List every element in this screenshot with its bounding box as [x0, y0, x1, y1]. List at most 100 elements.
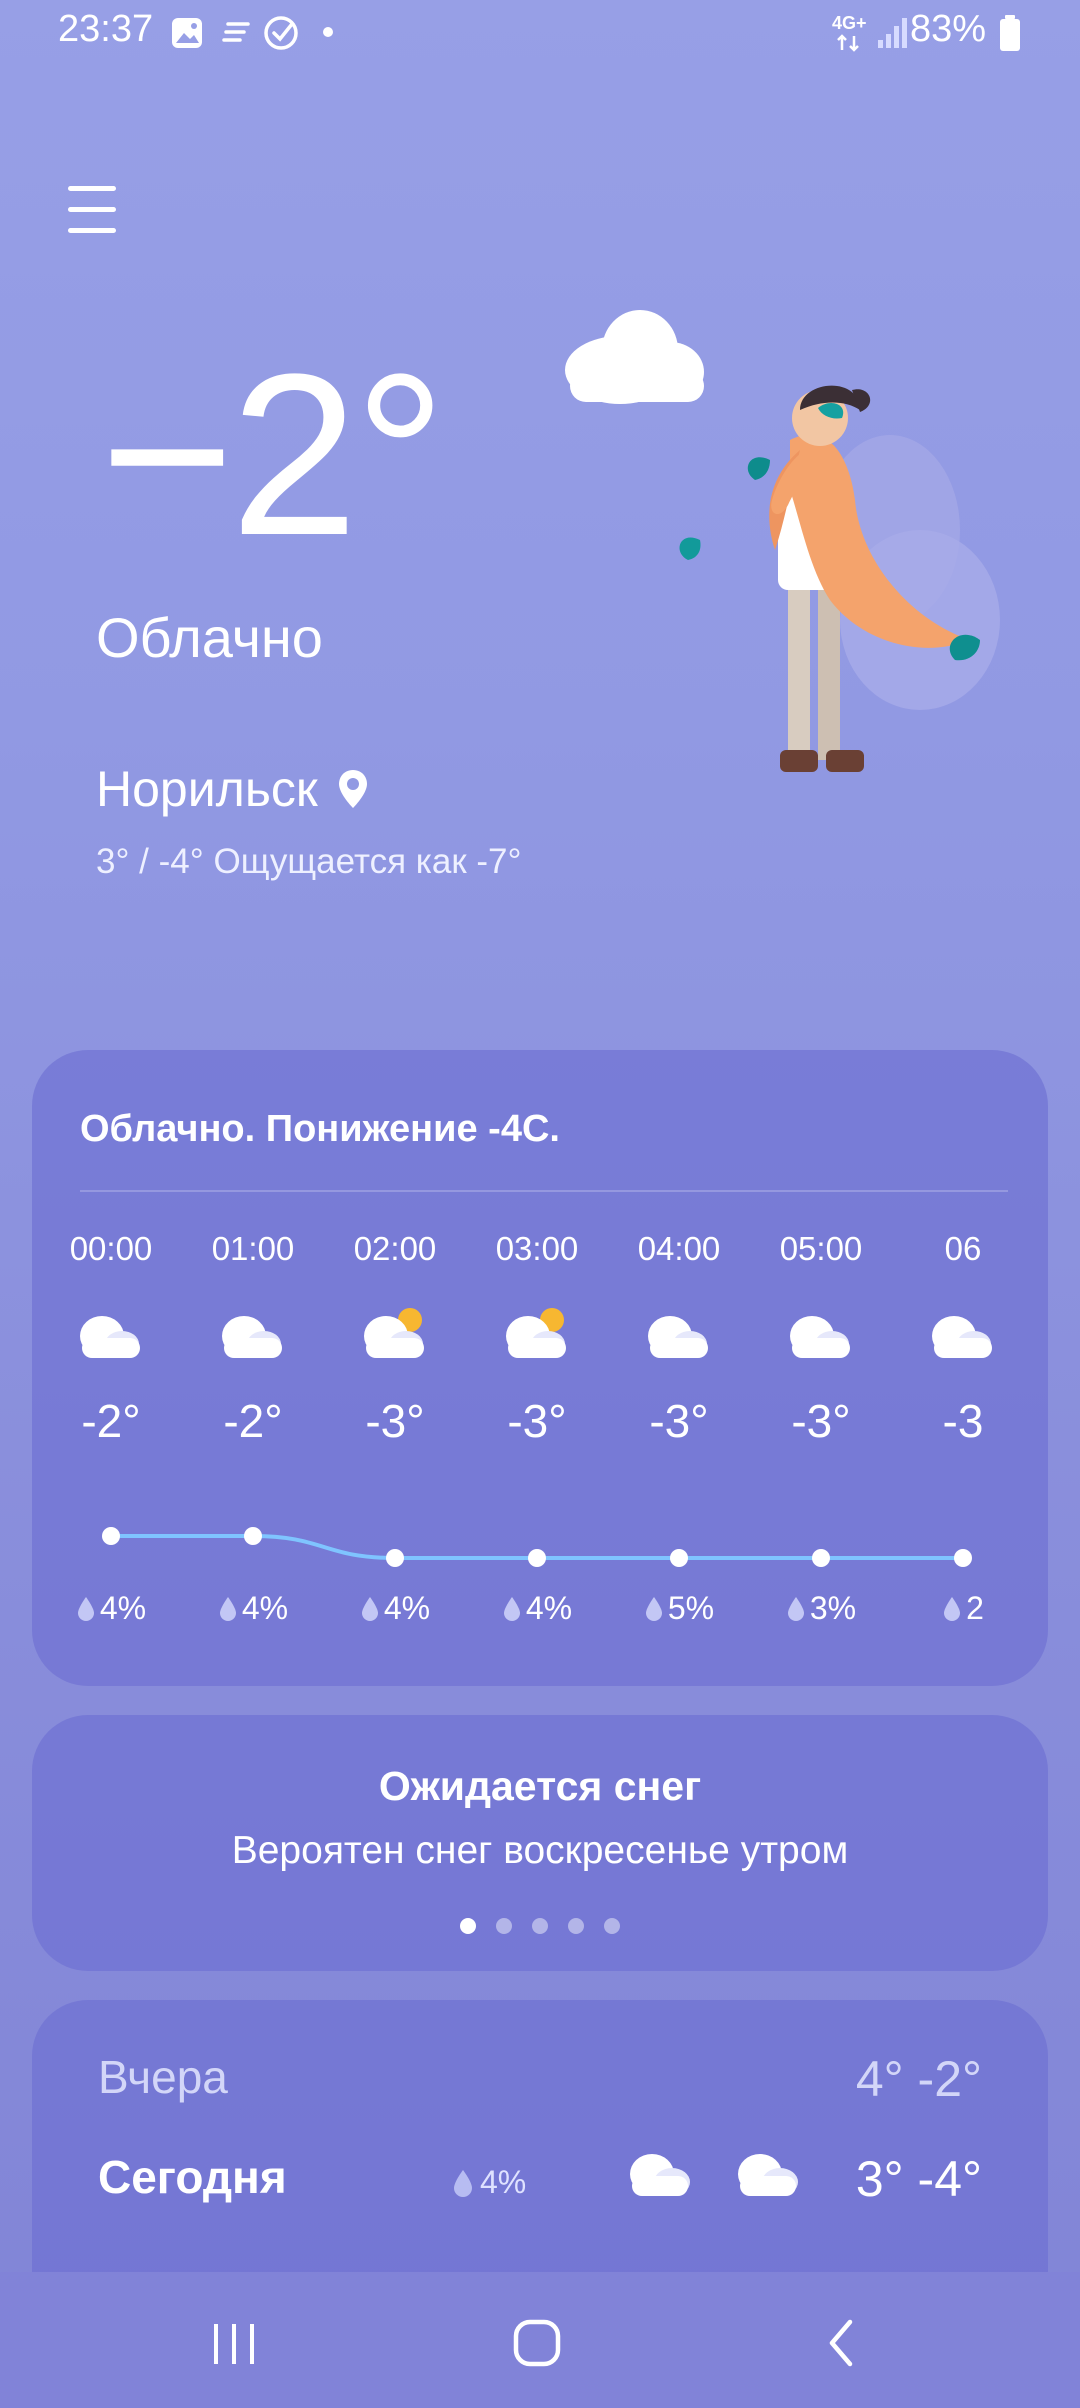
- precip-value: 4%: [525, 1590, 573, 1626]
- hour-time: 05:00: [779, 1230, 863, 1267]
- temperature-point: [812, 1549, 830, 1567]
- precip-value: 3%: [809, 1590, 857, 1626]
- menu-line: [68, 186, 116, 191]
- cloud-icon: [222, 1316, 282, 1358]
- raindrop-icon: [77, 1596, 94, 1621]
- hour-temperature: -3°: [365, 1395, 425, 1447]
- hour-time: 01:00: [211, 1230, 295, 1267]
- day-temperatures: 4° -2°: [855, 2051, 982, 2107]
- data-arrows-icon: [837, 34, 859, 52]
- hour-time: 00:00: [69, 1230, 153, 1267]
- precip-value: 4%: [383, 1590, 431, 1626]
- cloud-illustration-icon: [565, 310, 704, 404]
- hour-precipitation: 5%: [608, 1590, 750, 1627]
- location-row[interactable]: Норильск: [96, 760, 370, 818]
- page-indicator: [32, 1918, 1048, 1934]
- status-bar: 23:37 4G+ 83%: [0, 0, 1080, 70]
- hour-time: 02:00: [353, 1230, 437, 1267]
- hour-time: 04:00: [637, 1230, 721, 1267]
- menu-line: [68, 228, 116, 233]
- alert-text: Вероятен снег воскресенье утром: [231, 1829, 849, 1872]
- hour-temperature: -2°: [81, 1395, 141, 1447]
- cloud-icon: [80, 1316, 140, 1358]
- hour-temperature: -2°: [223, 1395, 283, 1447]
- divider: [80, 1190, 1008, 1192]
- hour-precipitation: 4%: [40, 1590, 182, 1627]
- cloud-icon: [648, 1316, 708, 1358]
- hour-column: 00:00 -2°: [40, 1230, 182, 1448]
- back-icon[interactable]: [826, 2318, 856, 2368]
- hour-precipitation: 4%: [182, 1590, 324, 1627]
- dot-icon: [323, 27, 333, 37]
- temperature-point: [528, 1549, 546, 1567]
- hour-column: 06 -3: [892, 1230, 1034, 1448]
- hour-temperature: -3°: [791, 1395, 851, 1447]
- day-precipitation: 4%: [452, 2164, 526, 2201]
- day-label: Сегодня: [98, 2151, 287, 2203]
- temperature-graph: [102, 1527, 972, 1567]
- page-dot: [568, 1918, 584, 1934]
- location-pin-icon: [338, 770, 367, 808]
- menu-button[interactable]: [68, 186, 122, 234]
- current-condition: Облачно: [96, 606, 323, 669]
- cloud-icon: [932, 1316, 992, 1358]
- hour-column: 05:00 -3°: [750, 1230, 892, 1448]
- page-dot: [532, 1918, 548, 1934]
- menu-line: [68, 207, 116, 212]
- cloud-icon: [738, 2154, 798, 2196]
- page-dot: [604, 1918, 620, 1934]
- partly-sunny-icon: [506, 1308, 566, 1358]
- hour-time: 03:00: [495, 1230, 579, 1267]
- temperature-point: [670, 1549, 688, 1567]
- network-type: 4G+: [832, 13, 867, 33]
- hour-precipitation: 3%: [750, 1590, 892, 1627]
- precip-value: 5%: [667, 1590, 715, 1626]
- gallery-icon: [172, 18, 202, 48]
- hour-column: 02:00 -3°: [324, 1230, 466, 1448]
- home-icon[interactable]: [512, 2318, 562, 2368]
- recents-icon[interactable]: [212, 2322, 258, 2366]
- weather-illustration: [565, 310, 1000, 772]
- hour-column: 03:00 -3°: [466, 1230, 608, 1448]
- hour-temperature: -3°: [649, 1395, 709, 1447]
- status-time: 23:37: [58, 8, 154, 50]
- hour-precipitation: 4%: [466, 1590, 608, 1627]
- raindrop-icon: [503, 1596, 520, 1621]
- day-temperatures: 3° -4°: [855, 2151, 982, 2207]
- daily-forecast-card[interactable]: Вчера 4° -2° Сегодня 4% 3° -4°: [32, 2000, 1048, 2272]
- raindrop-icon: [361, 1596, 378, 1621]
- day-label: Вчера: [98, 2051, 228, 2103]
- raindrop-icon: [645, 1596, 662, 1621]
- page-dot: [496, 1918, 512, 1934]
- weather-alert-card[interactable]: Ожидается снег Вероятен снег воскресенье…: [32, 1715, 1048, 1971]
- city-name: Норильск: [96, 761, 318, 817]
- hour-precipitation: 4%: [324, 1590, 466, 1627]
- precip-value: 4%: [99, 1590, 147, 1626]
- cloud-icon: [790, 1316, 850, 1358]
- hour-column: 01:00 -2°: [182, 1230, 324, 1448]
- signal-icon: [878, 18, 907, 48]
- daily-row-yesterday[interactable]: Вчера 4° -2°: [32, 2050, 1048, 2130]
- hourly-forecast-card[interactable]: Облачно. Понижение -4C. 00:00 -2° 01:00 -2°…: [32, 1050, 1048, 1686]
- notes-icon: [222, 22, 250, 42]
- check-circle-icon: [264, 16, 298, 50]
- raindrop-icon: [454, 2169, 472, 2197]
- hour-precipitation: 2: [892, 1590, 1034, 1627]
- hour-temperature: -3°: [507, 1395, 567, 1447]
- forecast-summary: Облачно. Понижение -4C.: [80, 1108, 560, 1150]
- page-dot: [460, 1918, 476, 1934]
- raindrop-icon: [944, 1596, 961, 1621]
- cloud-icon: [630, 2154, 690, 2196]
- raindrop-icon: [787, 1596, 804, 1621]
- raindrop-icon: [219, 1596, 236, 1621]
- temperature-point: [954, 1549, 972, 1567]
- temperature-point: [102, 1527, 120, 1545]
- precip-value: 4%: [241, 1590, 289, 1626]
- precip-value: 4%: [480, 2164, 527, 2200]
- hour-temperature: -3: [942, 1395, 984, 1447]
- hour-time: 06: [944, 1230, 982, 1267]
- temperature-point: [244, 1527, 262, 1545]
- partly-sunny-icon: [364, 1308, 424, 1358]
- daily-row-today[interactable]: Сегодня 4% 3° -4°: [32, 2150, 1048, 2230]
- current-temperature: −2°: [100, 326, 446, 583]
